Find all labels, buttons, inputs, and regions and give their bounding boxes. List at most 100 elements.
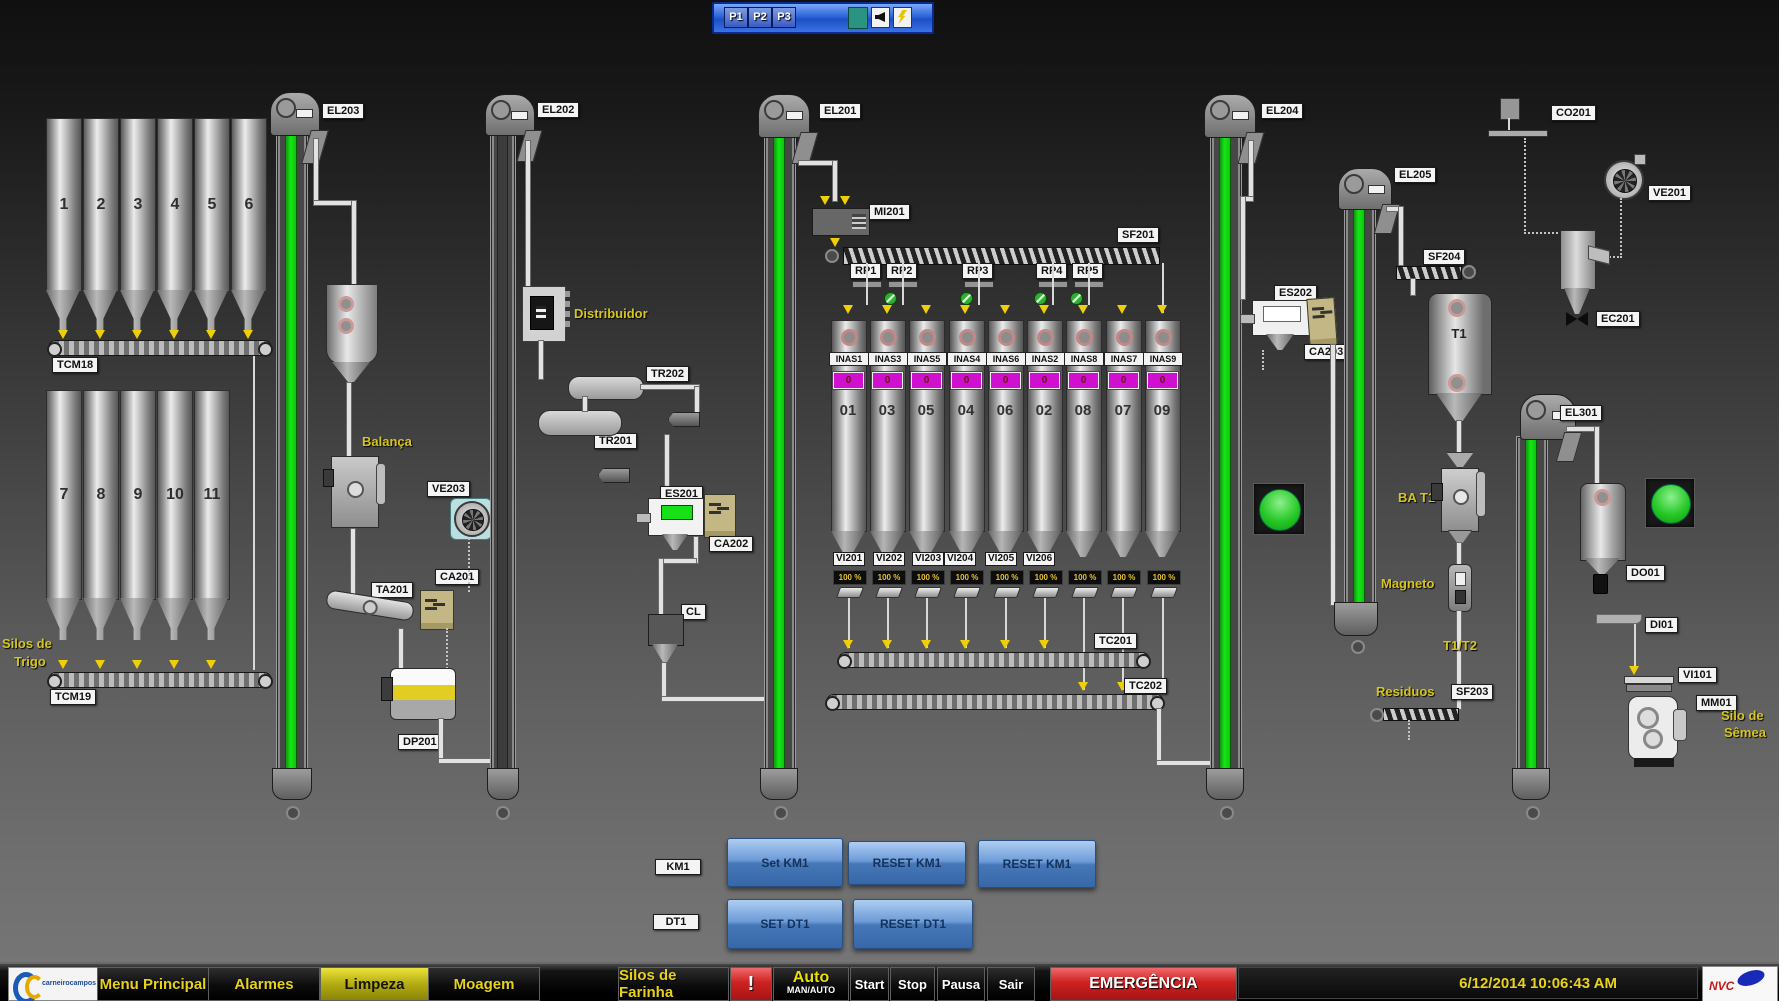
- silo-number: 3: [134, 196, 143, 214]
- screw-sf204: [1396, 266, 1462, 280]
- label-el202: EL202: [537, 102, 579, 118]
- device-ca202: [704, 494, 736, 538]
- valve-percent[interactable]: 100 %: [1068, 570, 1102, 585]
- inas-unit: INAS1 0 01: [831, 320, 867, 560]
- label-dt1: DT1: [653, 914, 699, 930]
- silo-number: 5: [208, 196, 217, 214]
- silo-number: 6: [245, 196, 254, 214]
- inas-unit: INAS2 0 02: [1027, 320, 1063, 560]
- label-tcm18: TCM18: [52, 357, 98, 373]
- inas-value[interactable]: 0: [833, 372, 864, 389]
- sair-button[interactable]: Sair: [987, 967, 1035, 1001]
- nav-alarmes[interactable]: Alarmes: [208, 967, 320, 1001]
- sensor-icon: [919, 329, 936, 346]
- page-button-p3[interactable]: P3: [772, 7, 796, 28]
- sensor-icon: [1076, 329, 1093, 346]
- silo-7: 7: [46, 390, 82, 600]
- label-silos-de-trigo: Silos de: [2, 636, 52, 651]
- inas-unit: INAS7 0 07: [1106, 320, 1142, 560]
- datetime-display: 6/12/2014 10:06:43 AM: [1238, 967, 1698, 999]
- man-auto-label: MAN/AUTO: [787, 984, 835, 997]
- set-km1-button[interactable]: Set KM1: [727, 838, 843, 887]
- sensor-icon: [1037, 329, 1054, 346]
- silo-10: 10: [157, 390, 193, 600]
- distribuidor-box: [522, 286, 566, 342]
- status-indicator: [848, 7, 868, 29]
- lightning-icon[interactable]: [893, 7, 912, 28]
- label-sf201: SF201: [1117, 227, 1159, 243]
- sensor-icon: [959, 329, 976, 346]
- alarm-ack-button[interactable]: !: [730, 967, 772, 1001]
- silo-number: 10: [166, 486, 184, 504]
- label-ve201: VE201: [1648, 185, 1691, 201]
- mixer-mi201: [812, 208, 870, 236]
- silo-number: 1: [60, 196, 69, 214]
- label-tc202: TC202: [1124, 678, 1167, 694]
- label-magneto: Magneto: [1381, 576, 1434, 591]
- valve-percent[interactable]: 100 %: [950, 570, 984, 585]
- page-button-p2[interactable]: P2: [748, 7, 772, 28]
- sensor-icon: [880, 329, 897, 346]
- label-dp201: DP201: [398, 734, 442, 750]
- nav-moagem[interactable]: Moagem: [428, 967, 540, 1001]
- device-cl: [648, 614, 684, 646]
- label-t1t2: T1/T2: [1443, 638, 1477, 653]
- label-balanca: Balança: [362, 434, 412, 449]
- status-lamp: [1645, 478, 1695, 528]
- reset-dt1-button[interactable]: RESET DT1: [853, 899, 973, 949]
- label-silo-semea: Silo de: [1721, 708, 1764, 723]
- tank-tr202: [568, 376, 644, 400]
- label-ca202: CA202: [709, 536, 753, 552]
- page-button-p1[interactable]: P1: [724, 7, 748, 28]
- sensor-icon: [998, 329, 1015, 346]
- device-ca201: [420, 590, 454, 630]
- nvc-logo: NVC: [1702, 966, 1778, 1001]
- auto-man-toggle[interactable]: Auto MAN/AUTO: [773, 967, 849, 1001]
- valve-percent[interactable]: 100 %: [1107, 570, 1141, 585]
- valve-percent[interactable]: 100 %: [872, 570, 906, 585]
- label-distribuidor: Distribuidor: [574, 306, 648, 321]
- silo-number: 11: [204, 486, 221, 504]
- label-el201: EL201: [819, 103, 861, 119]
- inas-unit: INAS8 0 08: [1066, 320, 1102, 560]
- nav-menu-principal[interactable]: Menu Principal: [97, 967, 209, 1001]
- silo-6: 6: [231, 118, 267, 292]
- reset-km1-button-2[interactable]: RESET KM1: [978, 840, 1096, 888]
- mill-mm01: [1628, 696, 1678, 760]
- valve-percent[interactable]: 100 %: [1147, 570, 1181, 585]
- silo-number: 9: [134, 486, 143, 504]
- label-km1: KM1: [655, 859, 701, 875]
- fan-ve201: [1604, 160, 1644, 200]
- stop-button[interactable]: Stop: [890, 967, 935, 1001]
- valve-percent[interactable]: 100 %: [833, 570, 867, 585]
- label-di01: DI01: [1645, 617, 1678, 633]
- silo-number: 8: [97, 486, 106, 504]
- speaker-icon[interactable]: [871, 7, 890, 28]
- label-ba-t1: BA T1: [1398, 490, 1435, 505]
- label-el205: EL205: [1394, 167, 1436, 183]
- valve-percent[interactable]: 100 %: [1029, 570, 1063, 585]
- inas-unit: INAS9 0 09: [1145, 320, 1181, 560]
- silo-9: 9: [120, 390, 156, 600]
- emergencia-button[interactable]: EMERGÊNCIA: [1050, 967, 1237, 1001]
- silo-8: 8: [83, 390, 119, 600]
- bottom-navbar: carneirocampos Menu Principal Alarmes Li…: [0, 962, 1779, 1001]
- pausa-button[interactable]: Pausa: [937, 967, 985, 1001]
- status-lamp: [1253, 483, 1305, 535]
- inas-unit: INAS6 0 06: [988, 320, 1024, 560]
- sensor-icon: [1116, 329, 1133, 346]
- silo-number: 7: [60, 486, 69, 504]
- valve-percent[interactable]: 100 %: [990, 570, 1024, 585]
- set-dt1-button[interactable]: SET DT1: [727, 899, 843, 949]
- silo-2: 2: [83, 118, 119, 292]
- nav-limpeza[interactable]: Limpeza: [320, 967, 429, 1001]
- label-sf203: SF203: [1451, 684, 1493, 700]
- reset-km1-button[interactable]: RESET KM1: [848, 841, 966, 885]
- valve-percent[interactable]: 100 %: [911, 570, 945, 585]
- top-toolbar: P1 P2 P3: [712, 2, 934, 34]
- scale-device: [331, 456, 379, 528]
- nav-silos-de-farinha[interactable]: Silos de Farinha: [618, 967, 729, 1001]
- scale-ba-t1: [1441, 468, 1479, 532]
- start-button[interactable]: Start: [850, 967, 889, 1001]
- inas-unit: INAS5 0 05: [909, 320, 945, 560]
